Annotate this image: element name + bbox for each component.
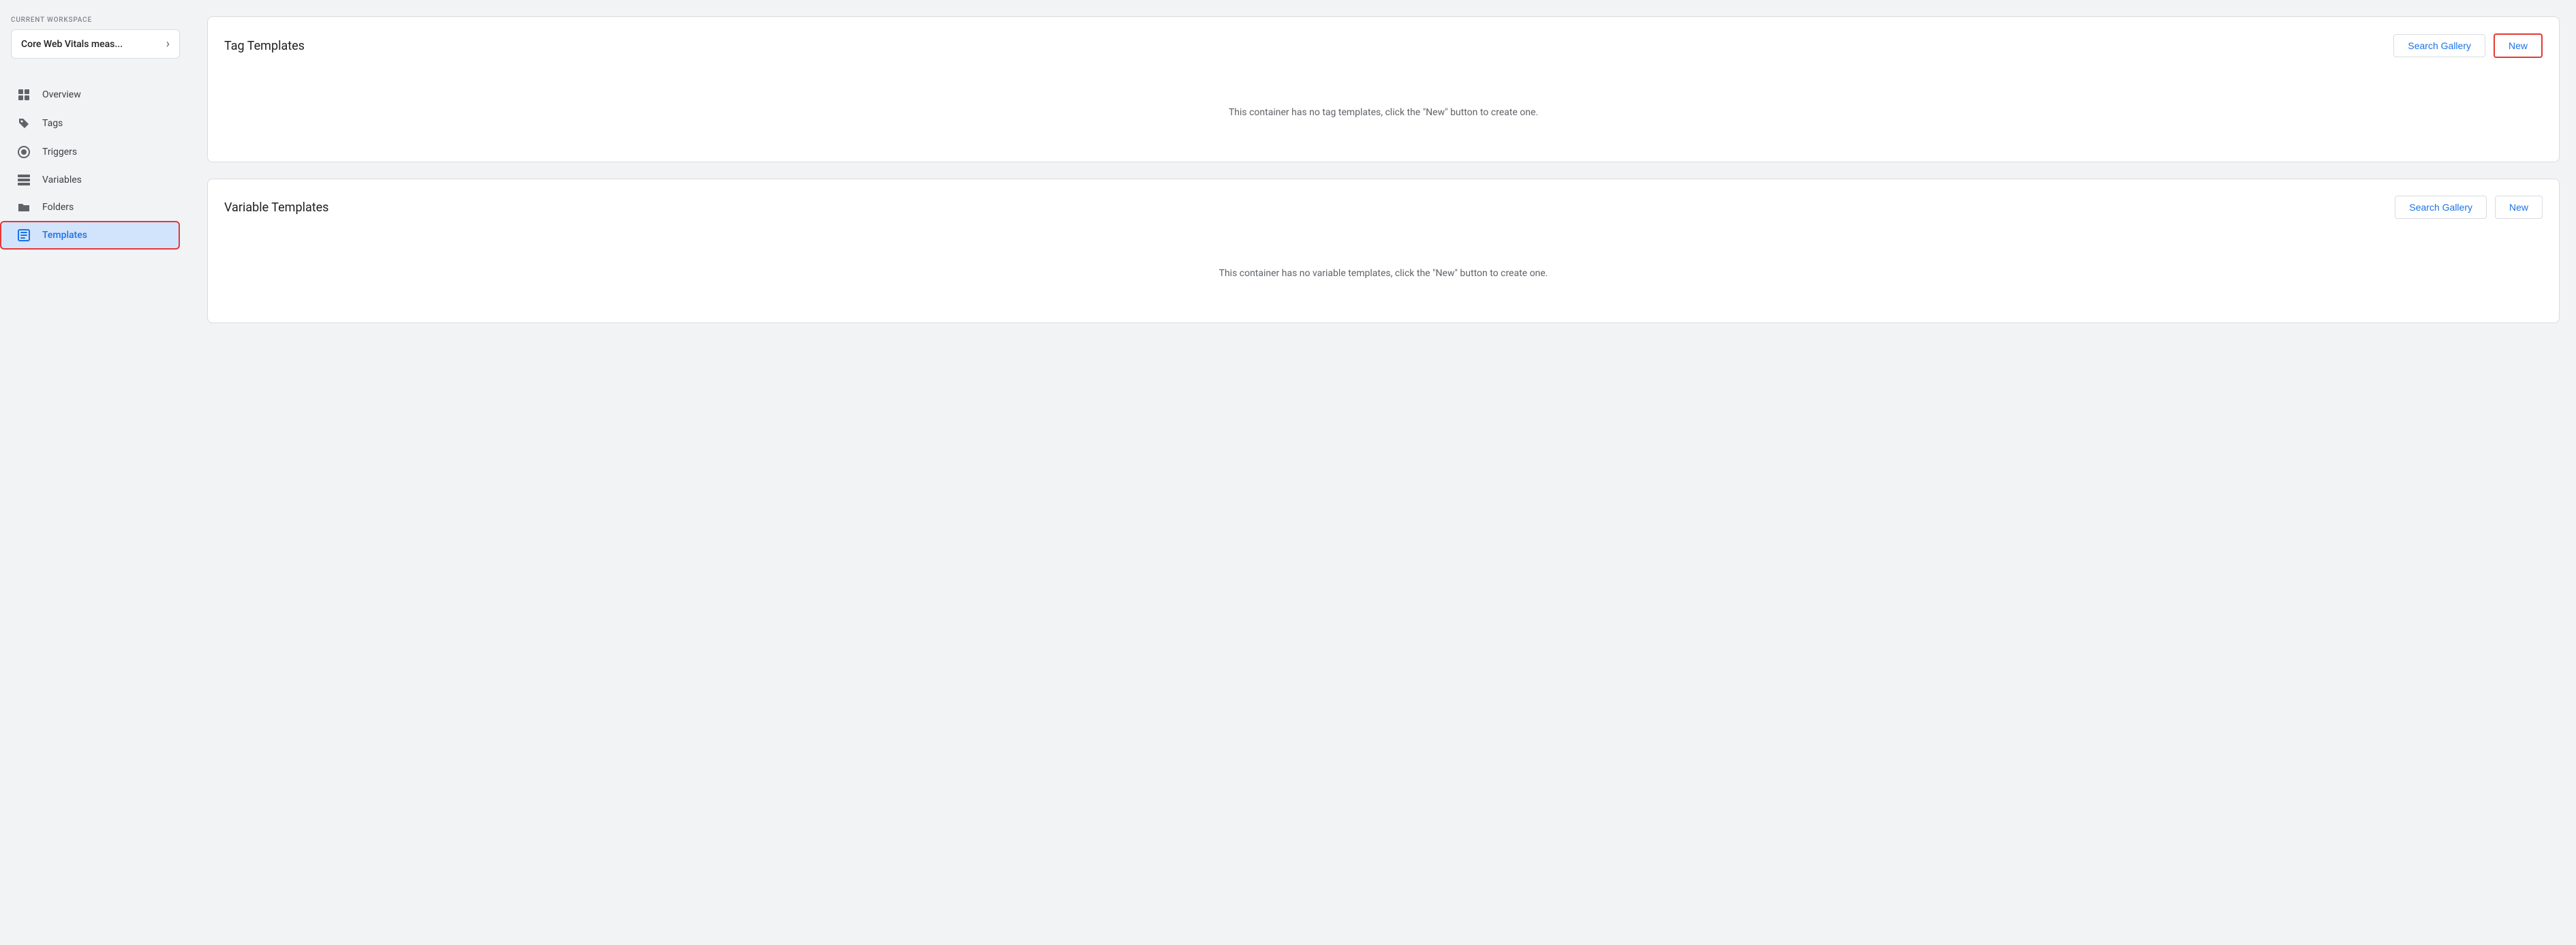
sidebar-item-label-overview: Overview [42,89,81,100]
overview-icon [16,89,31,101]
sidebar-item-tags[interactable]: Tags [0,109,180,138]
tag-templates-search-gallery-button[interactable]: Search Gallery [2393,34,2485,57]
workspace-section: CURRENT WORKSPACE Core Web Vitals meas..… [0,16,191,75]
sidebar-nav: Overview Tags Triggers [0,75,191,255]
workspace-selector[interactable]: Core Web Vitals meas... › [11,29,180,59]
variable-templates-card: Variable Templates Search Gallery New Th… [207,179,2560,323]
triggers-icon [16,146,31,158]
sidebar-item-templates[interactable]: Templates [0,221,180,250]
sidebar-item-label-folders: Folders [42,202,74,213]
sidebar: CURRENT WORKSPACE Core Web Vitals meas..… [0,0,191,945]
tags-icon [16,117,31,130]
variables-icon [16,175,31,185]
workspace-name: Core Web Vitals meas... [21,39,123,50]
variable-templates-actions: Search Gallery New [2395,196,2543,219]
tag-templates-card: Tag Templates Search Gallery New This co… [207,16,2560,162]
folders-icon [16,202,31,213]
sidebar-item-triggers[interactable]: Triggers [0,138,180,166]
tag-templates-new-button[interactable]: New [2494,33,2543,58]
sidebar-item-variables[interactable]: Variables [0,166,180,194]
sidebar-item-label-triggers: Triggers [42,147,77,158]
variable-templates-header: Variable Templates Search Gallery New [224,196,2543,219]
sidebar-item-label-templates: Templates [42,230,87,241]
sidebar-item-label-variables: Variables [42,175,82,185]
tag-templates-title: Tag Templates [224,39,305,53]
main-content: Tag Templates Search Gallery New This co… [191,0,2576,945]
sidebar-item-label-tags: Tags [42,118,63,129]
tag-templates-header: Tag Templates Search Gallery New [224,33,2543,58]
workspace-label: CURRENT WORKSPACE [11,16,180,24]
sidebar-item-folders[interactable]: Folders [0,194,180,221]
variable-templates-title: Variable Templates [224,200,328,215]
variable-templates-new-button[interactable]: New [2495,196,2543,219]
tag-templates-actions: Search Gallery New [2393,33,2543,58]
tag-templates-empty-message: This container has no tag templates, cli… [224,80,2543,145]
sidebar-item-overview[interactable]: Overview [0,80,180,109]
templates-icon [16,229,31,241]
variable-templates-empty-message: This container has no variable templates… [224,241,2543,306]
variable-templates-search-gallery-button[interactable]: Search Gallery [2395,196,2487,219]
chevron-right-icon: › [166,37,170,51]
